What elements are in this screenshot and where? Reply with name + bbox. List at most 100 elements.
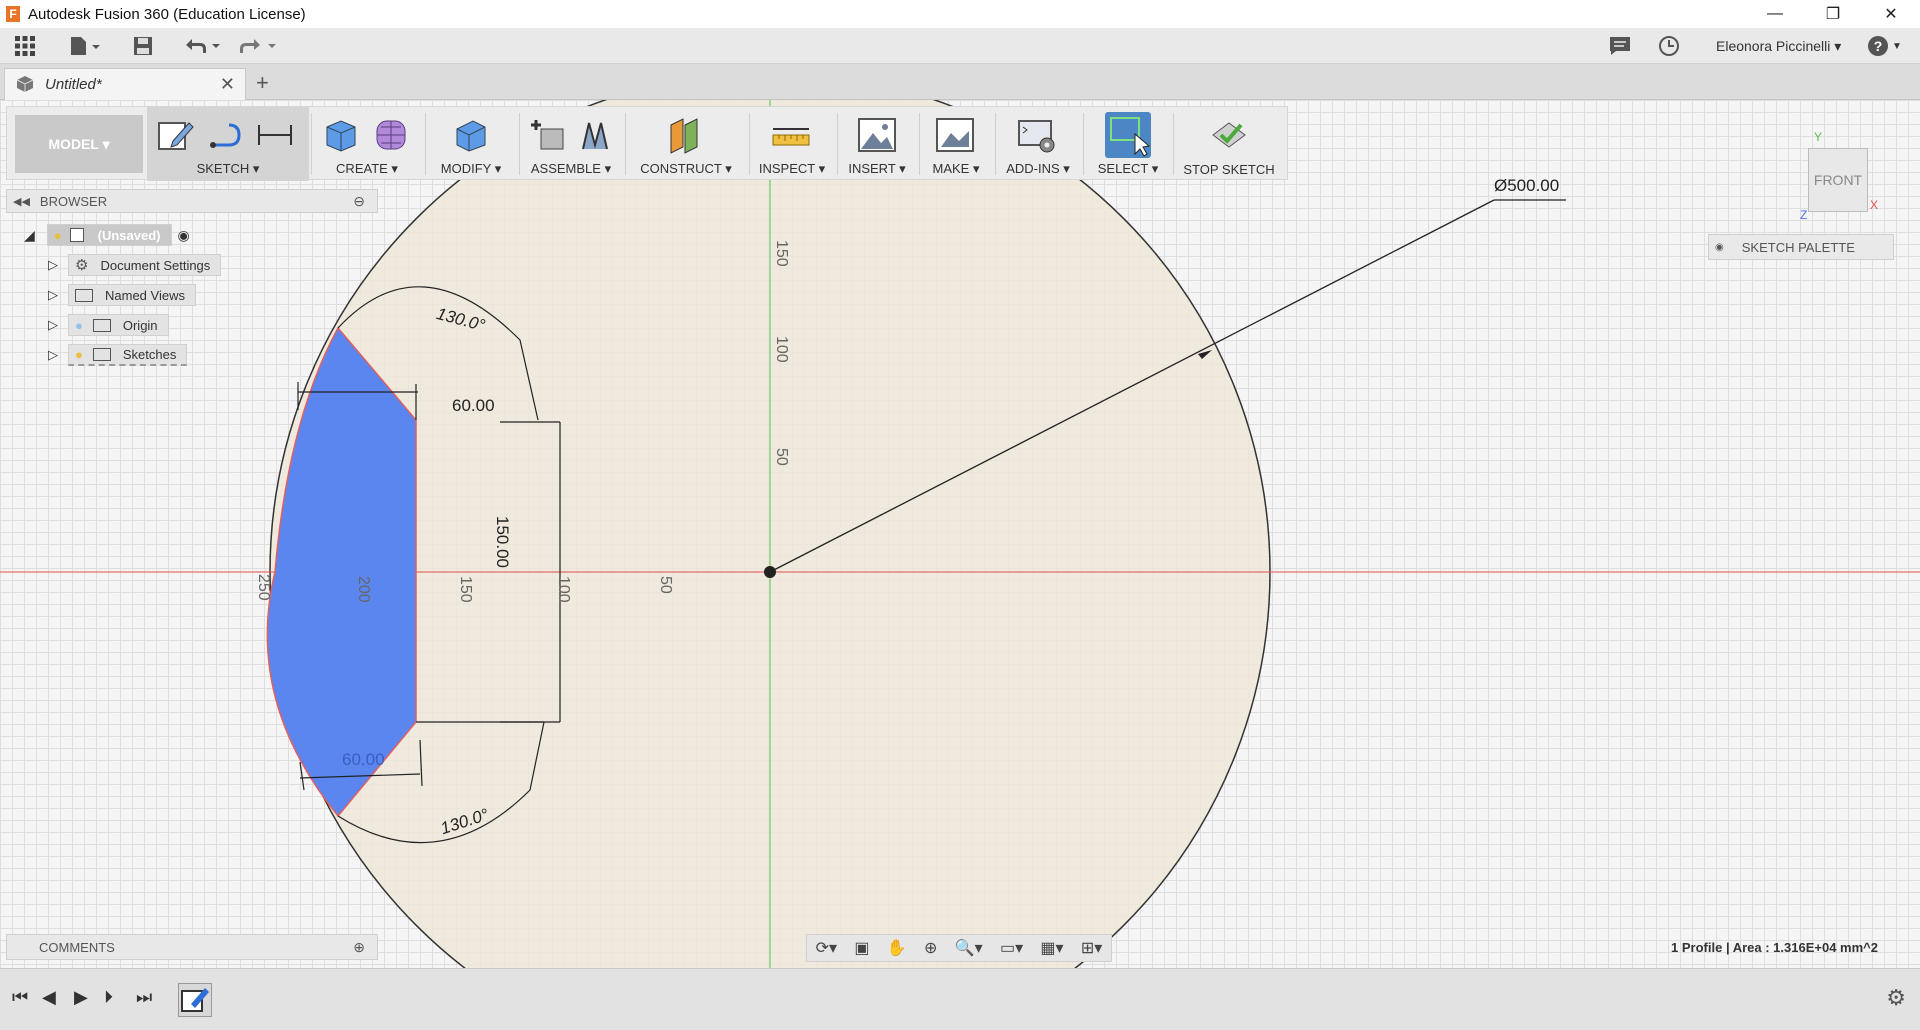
help-icon[interactable]: ? ▼ [1868, 34, 1902, 58]
select-group-label[interactable]: SELECT ▾ [1098, 161, 1158, 177]
create-group[interactable]: CREATE ▾ [313, 107, 421, 181]
measure-icon[interactable] [771, 115, 811, 155]
expand-arrow-icon[interactable]: ▷ [48, 317, 58, 333]
press-pull-icon[interactable] [451, 115, 491, 155]
insert-group-label[interactable]: INSERT ▾ [848, 161, 905, 177]
add-ins-group-label[interactable]: ADD-INS ▾ [1006, 161, 1070, 177]
assemble-group-label[interactable]: ASSEMBLE ▾ [531, 161, 611, 177]
title-bar: F Autodesk Fusion 360 (Education License… [0, 0, 1920, 28]
origin-center-point[interactable] [764, 566, 776, 578]
make-group[interactable]: MAKE ▾ [921, 107, 991, 181]
browser-item-origin[interactable]: ▷ ● Origin [48, 314, 169, 336]
line-tool-icon[interactable] [205, 115, 245, 155]
height-dimension[interactable]: 150.00 [492, 516, 512, 568]
go-to-start-icon[interactable]: ⏮ [12, 987, 28, 1008]
orbit-icon[interactable]: ⟳▾ [816, 938, 837, 958]
restore-button[interactable]: ❐ [1804, 0, 1862, 28]
zoom-icon[interactable]: ⊕ [924, 938, 937, 958]
create-group-label[interactable]: CREATE ▾ [336, 161, 398, 177]
assemble-group[interactable]: ASSEMBLE ▾ [521, 107, 621, 181]
form-icon[interactable] [371, 115, 411, 155]
collapse-root-icon[interactable]: ◢ [24, 227, 35, 244]
file-menu-icon[interactable] [68, 34, 102, 58]
look-at-icon[interactable]: ▣ [854, 938, 869, 958]
notifications-icon[interactable] [1608, 34, 1632, 58]
select-tool-icon[interactable] [1105, 112, 1151, 158]
inspect-group[interactable]: INSPECT ▾ [751, 107, 833, 181]
play-icon[interactable]: ▶ [74, 987, 88, 1008]
canvas-image-icon[interactable] [857, 115, 897, 155]
workspace-model-button[interactable]: MODEL ▾ [15, 115, 143, 173]
main-toolbar: MODEL ▾ SKETCH ▾ CREATE ▾ MODIFY ▾ ASSEM… [6, 106, 1288, 181]
bottom-width-dimension[interactable]: 60.00 [342, 750, 385, 770]
user-account-menu[interactable]: Eleonora Piccinelli ▾ [1716, 34, 1841, 58]
browser-pin-icon[interactable]: ⊖ [353, 193, 365, 210]
sketch-group[interactable]: SKETCH ▾ [147, 107, 309, 181]
diameter-dimension[interactable]: Ø500.00 [1494, 176, 1559, 196]
joint-icon[interactable] [575, 115, 615, 155]
activate-radio-icon[interactable]: ◉ [178, 227, 190, 244]
data-panel-grid-icon[interactable] [14, 34, 36, 58]
go-to-end-icon[interactable]: ⏭ [136, 987, 152, 1008]
timeline-settings-gear-icon[interactable]: ⚙ [1886, 985, 1906, 1011]
save-icon[interactable] [132, 34, 154, 58]
close-tab-icon[interactable]: ✕ [220, 74, 235, 95]
stop-sketch-icon[interactable] [1209, 115, 1249, 155]
view-cube-front-face[interactable]: FRONT [1808, 148, 1868, 212]
job-status-clock-icon[interactable] [1658, 34, 1680, 58]
expand-arrow-icon[interactable]: ▷ [48, 347, 58, 363]
construct-group-label[interactable]: CONSTRUCT ▾ [640, 161, 732, 177]
offset-plane-icon[interactable] [665, 115, 705, 155]
expand-arrow-icon[interactable]: ▷ [48, 287, 58, 303]
visibility-bulb-icon[interactable]: ● [75, 347, 83, 362]
visibility-bulb-icon[interactable]: ● [75, 318, 83, 333]
browser-root-row[interactable]: ◢ ● (Unsaved) ◉ [24, 224, 190, 246]
display-settings-icon[interactable]: ▭▾ [1000, 938, 1023, 958]
sketch-dimension-icon[interactable] [255, 115, 295, 155]
collapse-browser-icon[interactable]: ◀◀ [13, 195, 30, 208]
selected-profile[interactable] [266, 326, 417, 818]
close-window-button[interactable]: ✕ [1862, 0, 1920, 28]
inspect-group-label[interactable]: INSPECT ▾ [759, 161, 825, 177]
visibility-bulb-icon[interactable]: ● [54, 228, 62, 243]
browser-item-named-views[interactable]: ▷ Named Views [48, 284, 196, 306]
step-forward-icon[interactable]: ⏵ [104, 987, 113, 1008]
construct-group[interactable]: CONSTRUCT ▾ [627, 107, 745, 181]
undo-icon[interactable] [180, 34, 224, 58]
stop-sketch-label[interactable]: STOP SKETCH [1183, 162, 1274, 177]
new-tab-plus-icon[interactable]: + [256, 70, 269, 96]
insert-group[interactable]: INSERT ▾ [839, 107, 915, 181]
sketch-group-label[interactable]: SKETCH ▾ [197, 161, 260, 177]
browser-item-document-settings[interactable]: ▷ ⚙ Document Settings [48, 254, 222, 276]
scripts-addins-icon[interactable] [1017, 115, 1057, 155]
extrude-icon[interactable] [321, 115, 361, 155]
add-ins-group[interactable]: ADD-INS ▾ [997, 107, 1079, 181]
add-comment-icon[interactable]: ⊕ [353, 939, 365, 956]
step-back-icon[interactable]: ◀ [42, 987, 56, 1008]
create-sketch-icon[interactable] [155, 115, 195, 155]
viewport-canvas[interactable]: Ø500.00 60.00 60.00 150.00 130.0° 130.0°… [0, 100, 1920, 968]
modify-group[interactable]: MODIFY ▾ [427, 107, 515, 181]
palette-toggle-icon[interactable]: ◉ [1715, 242, 1724, 253]
fit-zoom-icon[interactable]: 🔍▾ [955, 938, 983, 958]
top-width-dimension[interactable]: 60.00 [452, 396, 495, 416]
viewports-icon[interactable]: ⊞▾ [1081, 938, 1102, 958]
document-tab[interactable]: Untitled* ✕ [4, 68, 246, 100]
browser-item-sketches[interactable]: ▷ ● Sketches [48, 344, 188, 366]
new-component-icon[interactable] [527, 115, 567, 155]
3d-print-icon[interactable] [935, 115, 975, 155]
stop-sketch-group[interactable]: STOP SKETCH [1175, 107, 1283, 181]
expand-arrow-icon[interactable]: ▷ [48, 257, 58, 273]
select-group[interactable]: SELECT ▾ [1087, 107, 1169, 181]
modify-group-label[interactable]: MODIFY ▾ [441, 161, 501, 177]
view-cube[interactable]: Y FRONT X Z [1800, 130, 1878, 222]
browser-panel-header[interactable]: ◀◀ BROWSER ⊖ [6, 189, 378, 213]
make-group-label[interactable]: MAKE ▾ [933, 161, 980, 177]
sketch-palette-header[interactable]: ◉ SKETCH PALETTE [1708, 234, 1894, 260]
minimize-button[interactable]: — [1746, 0, 1804, 28]
grid-settings-icon[interactable]: ▦▾ [1040, 938, 1063, 958]
redo-icon[interactable] [236, 34, 280, 58]
pan-hand-icon[interactable]: ✋ [887, 938, 907, 958]
timeline-sketch-feature[interactable] [178, 983, 212, 1017]
comments-panel[interactable]: COMMENTS ⊕ [6, 934, 378, 960]
